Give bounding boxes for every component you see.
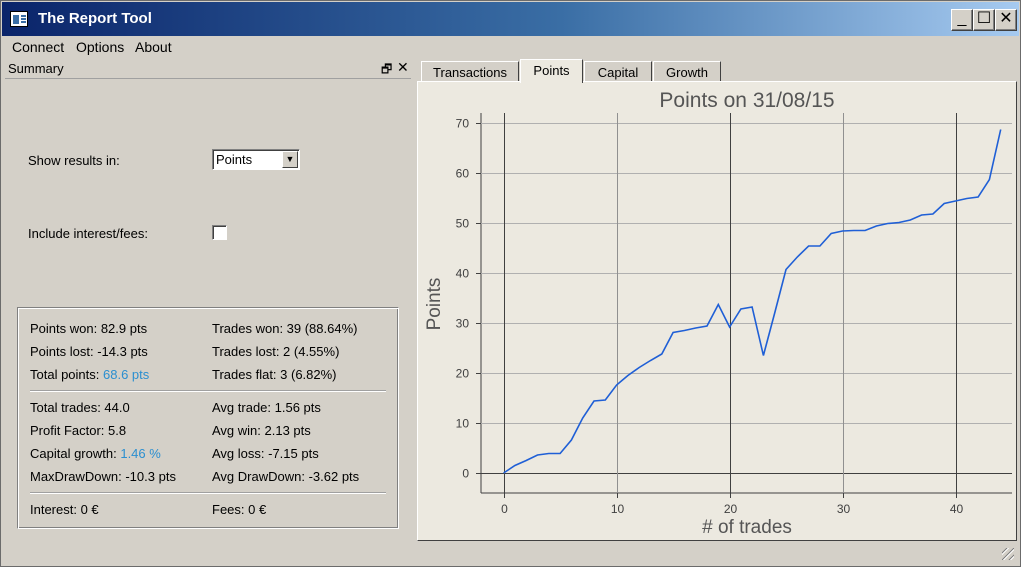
menu-about[interactable]: About: [135, 39, 172, 55]
x-tick-label: 20: [724, 502, 738, 516]
stat-interest: Interest: 0 €: [30, 502, 99, 517]
x-tick-label: 30: [837, 502, 851, 516]
stat-fees: Fees: 0 €: [212, 502, 267, 517]
stat-points-won: Points won: 82.9 pts: [30, 321, 148, 336]
close-dock-icon[interactable]: ✕: [397, 59, 409, 76]
show-results-value: Points: [216, 152, 253, 167]
x-tick-label: 40: [950, 502, 964, 516]
stat-points-lost: Points lost: -14.3 pts: [30, 344, 148, 359]
y-tick-label: 70: [456, 117, 470, 131]
title-bar[interactable]: The Report Tool _ ☐ ✕: [2, 2, 1019, 36]
x-tick-label: 0: [501, 502, 508, 516]
chart-title: Points on 31/08/15: [659, 89, 834, 112]
include-interest-label: Include interest/fees:: [28, 226, 148, 241]
summary-dock-title: Summary: [8, 61, 64, 76]
tab-transactions[interactable]: Transactions: [421, 61, 519, 82]
y-axis-label: Points: [424, 278, 445, 331]
y-tick-label: 30: [456, 317, 470, 331]
float-dock-icon[interactable]: 🗗: [381, 60, 392, 81]
app-window: The Report Tool _ ☐ ✕ Connect Options Ab…: [0, 0, 1021, 567]
menu-options[interactable]: Options: [76, 39, 124, 55]
stat-max-drawdown: MaxDrawDown: -10.3 pts: [30, 469, 176, 484]
stat-capital-growth: Capital growth: 1.46 %: [30, 446, 161, 461]
stat-total-points-value: 68.6 pts: [103, 367, 150, 382]
y-tick-label: 0: [462, 467, 469, 481]
dock-splitter[interactable]: [413, 59, 416, 543]
stat-avg-loss: Avg loss: -7.15 pts: [212, 446, 319, 461]
y-tick-label: 10: [456, 417, 470, 431]
tab-growth[interactable]: Growth: [653, 61, 721, 82]
include-interest-checkbox[interactable]: [212, 225, 227, 240]
stat-total-trades: Total trades: 44.0: [30, 400, 130, 415]
window-title: The Report Tool: [38, 10, 152, 27]
chart-svg: 0 10 20 30 40 50 60 70 0 10 20 30 40 Points on 31/08/…: [424, 89, 1012, 538]
stat-avg-win: Avg win: 2.13 pts: [212, 423, 311, 438]
stats-divider: [30, 492, 386, 494]
minimize-button[interactable]: _: [951, 9, 973, 31]
stat-capital-growth-label: Capital growth:: [30, 446, 117, 461]
stat-capital-growth-value: 1.46 %: [120, 446, 161, 461]
resize-grip[interactable]: [1002, 548, 1014, 560]
stat-avg-trade: Avg trade: 1.56 pts: [212, 400, 321, 415]
stats-panel: Points won: 82.9 pts Trades won: 39 (88.…: [17, 307, 399, 529]
y-tick-label: 60: [456, 167, 470, 181]
close-button[interactable]: ✕: [995, 9, 1017, 31]
stat-profit-factor: Profit Factor: 5.8: [30, 423, 127, 438]
show-results-select[interactable]: Points ▼: [212, 149, 300, 170]
stat-total-points-label: Total points:: [30, 367, 100, 382]
chevron-down-icon[interactable]: ▼: [282, 151, 298, 168]
tab-capital[interactable]: Capital: [584, 61, 652, 82]
menu-connect[interactable]: Connect: [12, 39, 64, 55]
y-tick-label: 50: [456, 217, 470, 231]
y-tick-label: 40: [456, 267, 470, 281]
stat-trades-flat: Trades flat: 3 (6.82%): [212, 367, 337, 382]
stat-total-points: Total points: 68.6 pts: [30, 367, 149, 382]
series-line: [503, 129, 1002, 474]
app-icon[interactable]: [10, 11, 28, 27]
summary-dock-header: Summary 🗗 ✕: [5, 59, 411, 79]
stats-divider: [30, 390, 386, 392]
stat-trades-won: Trades won: 39 (88.64%): [212, 321, 358, 336]
stat-trades-lost: Trades lost: 2 (4.55%): [212, 344, 340, 359]
points-chart: 0 10 20 30 40 50 60 70 0 10 20 30 40 Points on 31/08/…: [419, 83, 1015, 539]
x-tick-label: 10: [611, 502, 625, 516]
show-results-label: Show results in:: [28, 153, 120, 168]
x-axis-label: # of trades: [702, 517, 792, 538]
stat-avg-drawdown: Avg DrawDown: -3.62 pts: [212, 469, 360, 484]
tab-points[interactable]: Points: [520, 59, 583, 83]
menu-bar: Connect Options About: [2, 36, 1019, 58]
maximize-button[interactable]: ☐: [973, 9, 995, 31]
y-tick-label: 20: [456, 367, 470, 381]
